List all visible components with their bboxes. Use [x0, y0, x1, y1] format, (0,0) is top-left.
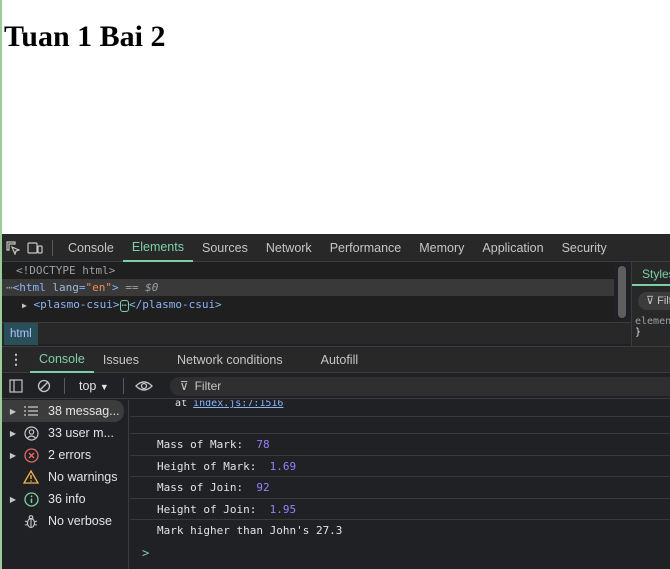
element-style-label: element — [635, 316, 670, 327]
console-sidebar: ▶ 38 messag... ▶ 33 user m... ▶ 2 errors… — [2, 400, 129, 569]
tab-network[interactable]: Network — [257, 234, 321, 262]
console-message: Height of Mark: 1.69 — [130, 456, 670, 477]
sidebar-item-errors[interactable]: ▶ 2 errors — [2, 444, 128, 466]
console-message: Mass of Mark: 78 — [130, 434, 670, 456]
sidebar-toggle-icon[interactable] — [2, 374, 30, 399]
inspect-element-icon[interactable] — [2, 234, 24, 262]
tab-console[interactable]: Console — [59, 234, 123, 262]
elements-tree: <!DOCTYPE html> ⋯<html lang="en"> == $0 … — [2, 262, 614, 322]
console-message: Mass of Join: 92 — [130, 477, 670, 499]
sidebar-item-messages[interactable]: ▶ 38 messag... — [2, 400, 124, 422]
drawer-tabs: ⋮ Console Issues Network conditions Auto… — [2, 346, 670, 373]
page-heading: Tuan 1 Bai 2 — [4, 20, 166, 53]
tab-memory[interactable]: Memory — [410, 234, 473, 262]
expand-arrow-icon[interactable]: ▶ — [6, 495, 20, 504]
tab-performance[interactable]: Performance — [321, 234, 411, 262]
live-expression-eye-icon[interactable] — [130, 374, 158, 399]
device-toolbar-icon[interactable] — [24, 234, 46, 262]
node-menu-icon[interactable]: ⋯ — [6, 281, 13, 294]
breadcrumb: html — [2, 322, 631, 345]
styles-pane: Styles ⊽ Filter element } — [631, 262, 670, 346]
tab-security[interactable]: Security — [553, 234, 616, 262]
error-icon — [20, 444, 42, 466]
drawer-tab-console[interactable]: Console — [30, 346, 94, 373]
drawer-menu-icon[interactable]: ⋮ — [2, 351, 30, 368]
sidebar-item-info[interactable]: ▶ 36 info — [2, 488, 128, 510]
console-filter-input[interactable]: ⊽ Filter — [169, 376, 670, 396]
drawer-tab-autofill[interactable]: Autofill — [312, 346, 368, 373]
devtools-main-tabs: Console Elements Sources Network Perform… — [2, 234, 670, 262]
filter-icon: ⊽ — [179, 379, 189, 393]
console-prompt-input[interactable]: > — [130, 542, 670, 564]
collapsed-content-badge[interactable]: ⋯ — [119, 300, 129, 312]
expand-arrow-icon[interactable]: ▶ — [6, 407, 20, 416]
styles-filter-input[interactable]: ⊽ Filter — [638, 292, 670, 310]
tab-styles[interactable]: Styles — [632, 262, 670, 286]
tab-elements[interactable]: Elements — [122, 234, 193, 262]
expand-arrow-icon[interactable]: ▶ — [6, 451, 20, 460]
toolbar-divider — [64, 378, 65, 394]
clear-console-icon[interactable] — [30, 374, 58, 399]
context-select[interactable]: top ▼ — [71, 379, 117, 393]
devtools-panel: Console Elements Sources Network Perform… — [0, 234, 670, 569]
tab-sources[interactable]: Sources — [193, 234, 257, 262]
console-message — [130, 417, 670, 434]
expand-arrow-icon[interactable]: ▶ — [6, 429, 20, 438]
prompt-chevron-icon: > — [142, 545, 150, 560]
user-icon — [20, 422, 42, 444]
toolbar-divider — [52, 239, 53, 256]
console-message: Height of Join: 1.95 — [130, 499, 670, 520]
plasmo-csui-node[interactable]: ▶ <plasmo-csui> ⋯ </plasmo-csui> — [2, 296, 614, 313]
elements-scrollbar[interactable] — [618, 266, 626, 318]
tab-application[interactable]: Application — [473, 234, 552, 262]
warning-icon — [20, 466, 42, 488]
html-node[interactable]: ⋯<html lang="en"> == $0 — [2, 279, 614, 296]
drawer-tab-issues[interactable]: Issues — [94, 346, 148, 373]
list-icon — [20, 400, 42, 422]
sidebar-item-warnings[interactable]: No warnings — [2, 466, 128, 488]
console-message: at index.js:7:1516 — [130, 400, 670, 417]
toolbar-divider — [122, 378, 124, 394]
breadcrumb-html[interactable]: html — [4, 323, 38, 345]
filter-icon: ⊽ — [646, 295, 658, 307]
chevron-down-icon: ▼ — [99, 382, 109, 392]
console-message: Mark higher than John's 27.3 — [157, 524, 343, 537]
sidebar-item-user-messages[interactable]: ▶ 33 user m... — [2, 422, 128, 444]
console-toolbar: top ▼ ⊽ Filter — [2, 374, 670, 399]
bug-icon — [20, 510, 42, 532]
expand-arrow-icon[interactable]: ▶ — [22, 301, 27, 310]
style-brace: } — [635, 327, 642, 338]
sidebar-item-verbose[interactable]: No verbose — [2, 510, 128, 532]
doctype-node[interactable]: <!DOCTYPE html> — [2, 262, 614, 279]
info-icon — [20, 488, 42, 510]
page-viewport: Tuan 1 Bai 2 — [0, 0, 670, 234]
console-log: at index.js:7:1516 Mass of Mark: 78 Heig… — [130, 400, 670, 569]
drawer-tab-network-conditions[interactable]: Network conditions — [168, 346, 292, 373]
